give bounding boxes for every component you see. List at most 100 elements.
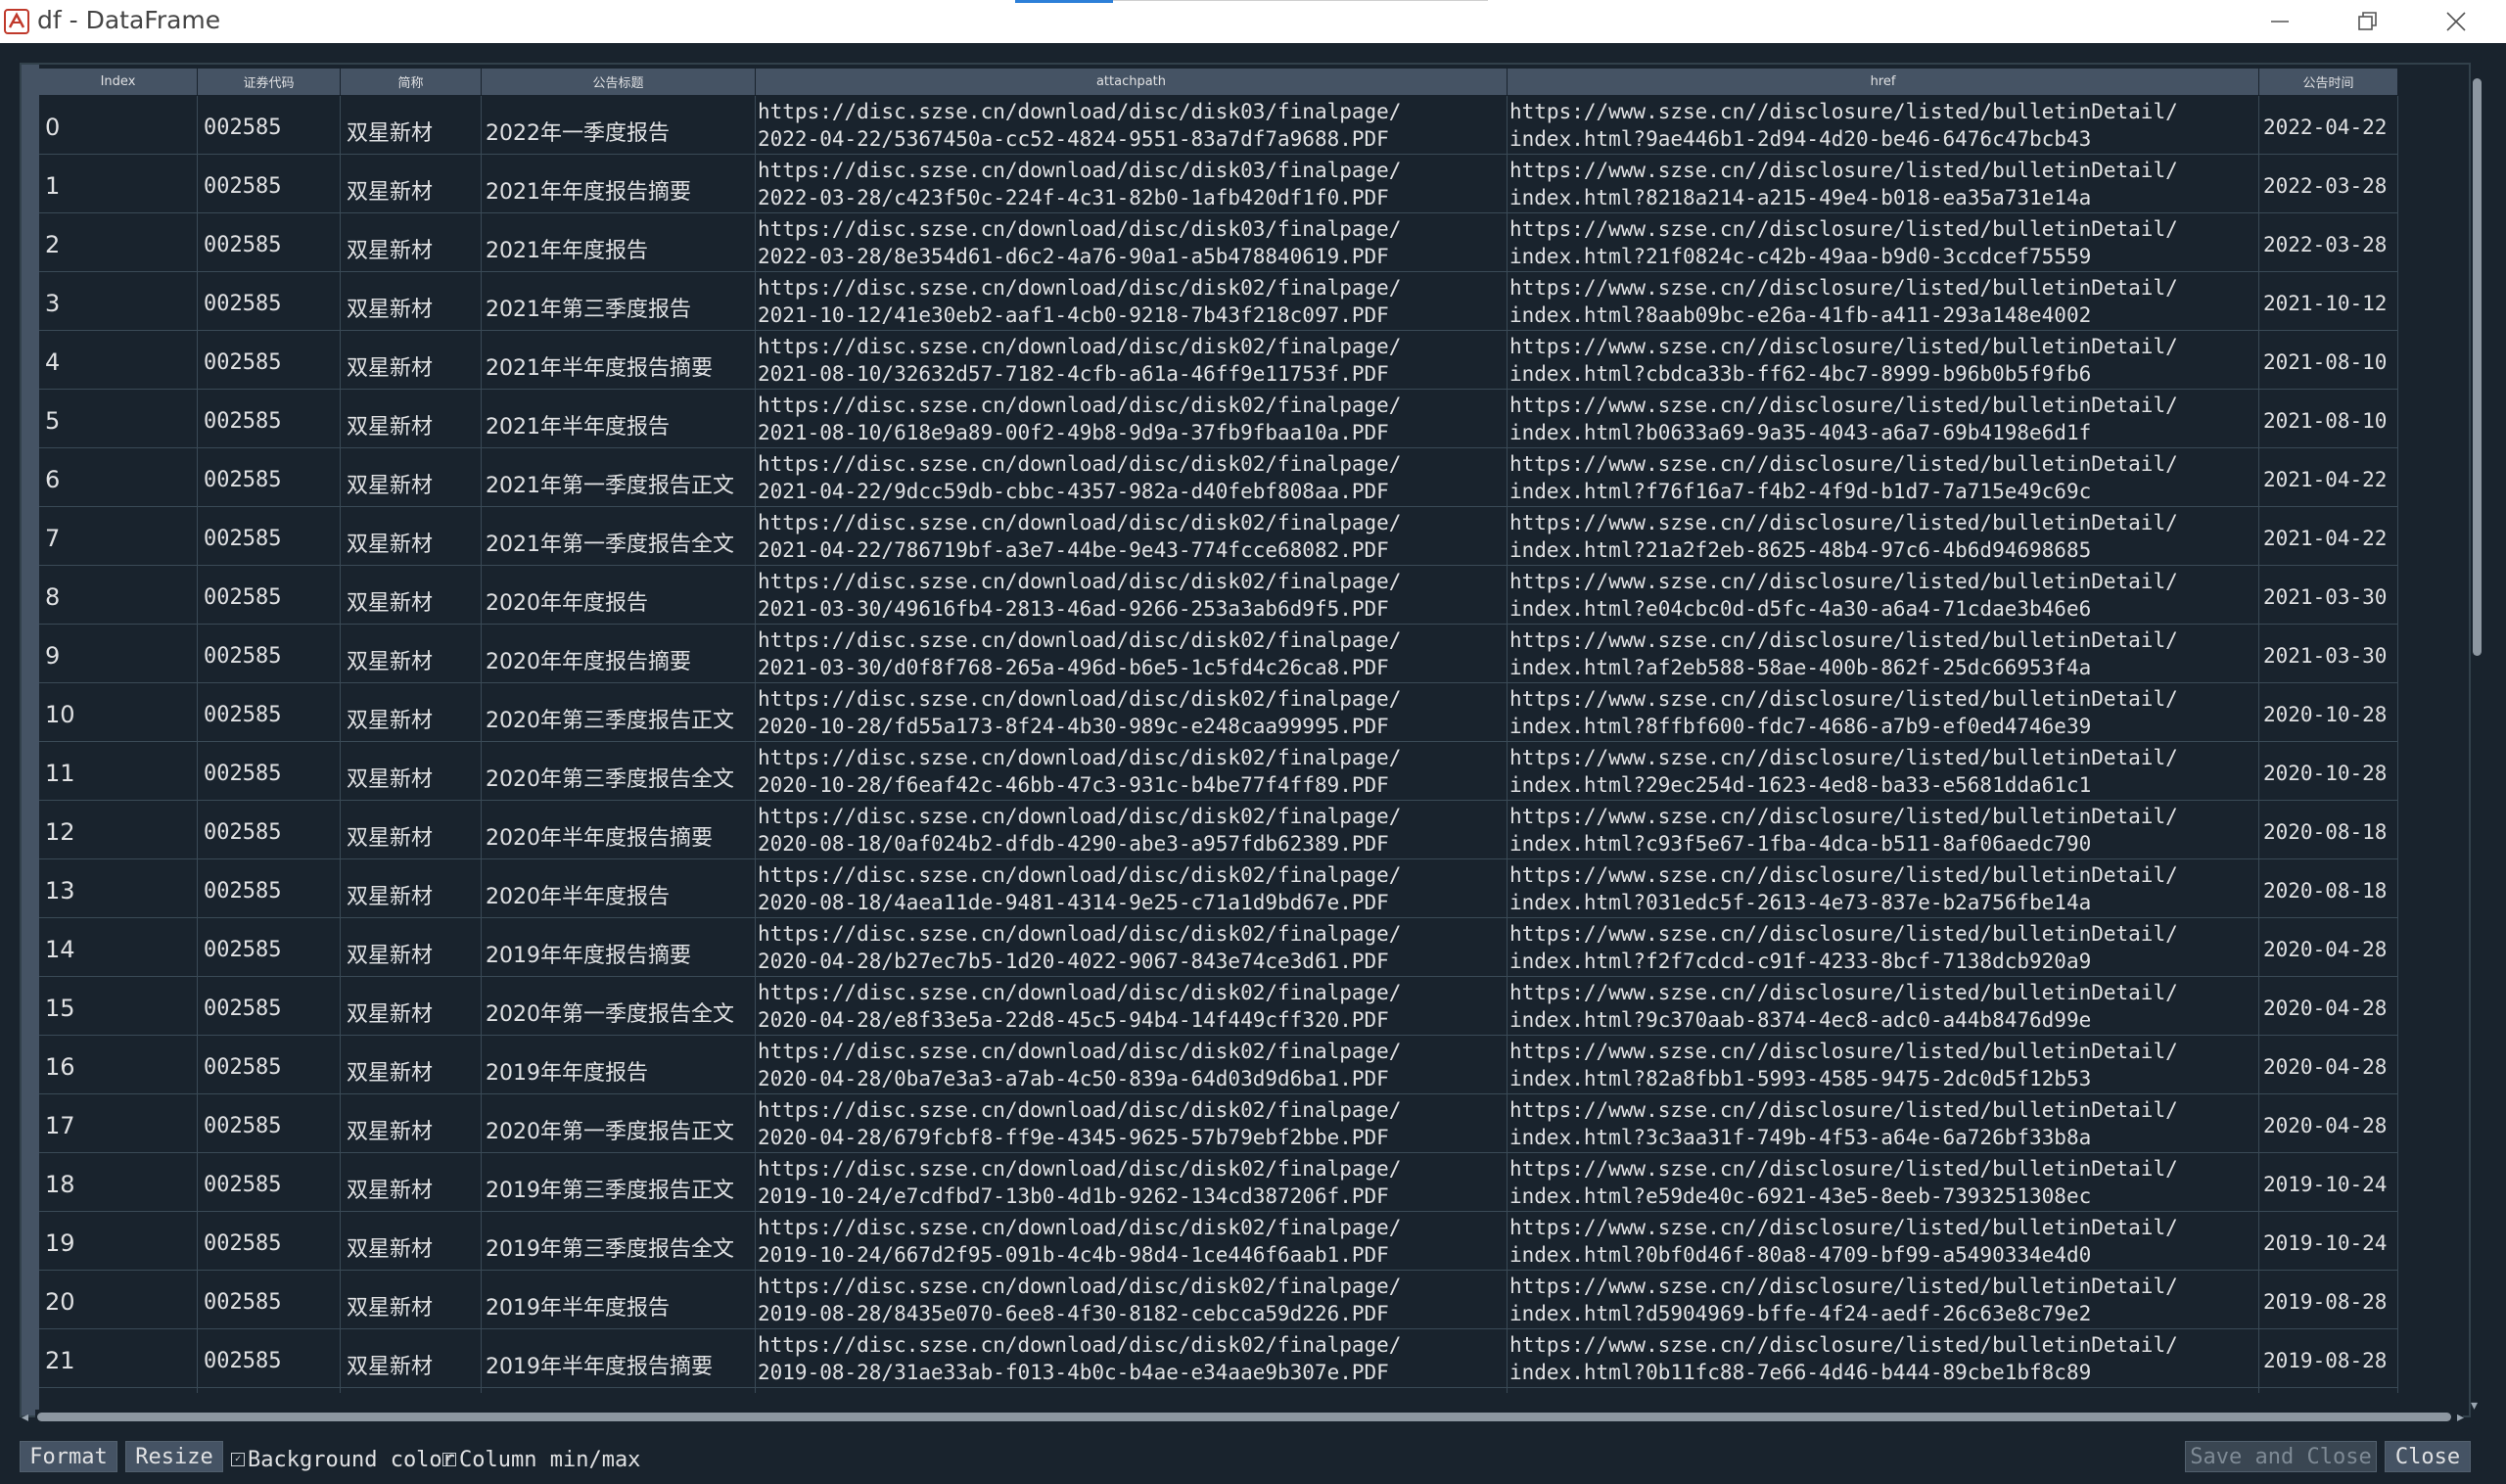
cell-title[interactable]: 2022年一季度报告 [482, 96, 756, 155]
cell-href[interactable]: https://www.szse.cn//disclosure/listed/b… [1508, 742, 2259, 801]
cell-name[interactable]: 双星新材 [341, 272, 482, 331]
cell-attachpath[interactable]: https://disc.szse.cn/download/disc/disk0… [756, 1094, 1508, 1153]
cell-href[interactable]: https://www.szse.cn//disclosure/listed/b… [1508, 155, 2259, 213]
cell-date[interactable]: 2022-03-28 [2259, 155, 2398, 213]
cell-date[interactable]: 2021-03-30 [2259, 566, 2398, 625]
cell-href[interactable]: https://www.szse.cn//disclosure/listed/b… [1508, 331, 2259, 390]
cell-date[interactable]: 2022-04-22 [2259, 96, 2398, 155]
cell-title[interactable]: 2020年第一季度报告正文 [482, 1094, 756, 1153]
cell-attachpath[interactable]: https://disc.szse.cn/download/disc/disk0… [756, 213, 1508, 272]
cell-attachpath[interactable]: https://disc.szse.cn/download/disc/disk0… [756, 507, 1508, 566]
cell-index[interactable] [39, 1388, 198, 1393]
table-row[interactable]: 21 002585 双星新材 2019年半年度报告摘要 https://disc.szs… [39, 1329, 2398, 1388]
cell-title[interactable]: 2021年半年度报告 [482, 390, 756, 448]
cell-href[interactable]: https://www.szse.cn//disclosure/listed/b… [1508, 918, 2259, 977]
cell-title[interactable]: 2020年第三季度报告全文 [482, 742, 756, 801]
cell-title[interactable]: 2021年年度报告摘要 [482, 155, 756, 213]
column-header[interactable]: 公告标题 [482, 69, 756, 95]
scroll-down-arrow-icon[interactable]: ▾ [2471, 1398, 2478, 1414]
cell-name[interactable]: 双星新材 [341, 390, 482, 448]
cell-date[interactable]: 2020-04-28 [2259, 918, 2398, 977]
cell-href[interactable]: https://www.szse.cn//disclosure/listed/b… [1508, 683, 2259, 742]
column-header[interactable]: attachpath [756, 69, 1508, 95]
scroll-right-arrow-icon[interactable]: ▸ [2457, 1410, 2464, 1425]
cell-code[interactable]: 002585 [198, 155, 341, 213]
cell-name[interactable]: 双星新材 [341, 625, 482, 683]
table-row[interactable]: 17 002585 双星新材 2020年第一季度报告正文 https://disc.sz… [39, 1094, 2398, 1153]
cell-date[interactable]: 2020-10-28 [2259, 742, 2398, 801]
cell-date[interactable]: 2019-10-24 [2259, 1153, 2398, 1212]
cell-index[interactable]: 15 [39, 977, 198, 1036]
cell-href[interactable]: https://www.szse.cn//disclosure/listed/b… [1508, 1212, 2259, 1271]
cell-name[interactable] [341, 1388, 482, 1393]
cell-date[interactable]: 2021-04-22 [2259, 507, 2398, 566]
table-row[interactable]: 1 002585 双星新材 2021年年度报告摘要 https://disc.szse.… [39, 155, 2398, 213]
table-row[interactable]: 4 002585 双星新材 2021年半年度报告摘要 https://disc.szse… [39, 331, 2398, 390]
cell-index[interactable]: 12 [39, 801, 198, 859]
cell-date[interactable]: 2019-08-28 [2259, 1271, 2398, 1329]
cell-attachpath[interactable]: https://disc.szse.cn/download/disc/disk0… [756, 742, 1508, 801]
cell-index[interactable]: 4 [39, 331, 198, 390]
cell-code[interactable]: 002585 [198, 977, 341, 1036]
cell-href[interactable]: https://www.szse.cn//disclosure/listed/b… [1508, 859, 2259, 918]
cell-date[interactable]: 2021-04-22 [2259, 448, 2398, 507]
resize-button[interactable]: Resize [125, 1441, 223, 1472]
cell-name[interactable]: 双星新材 [341, 1094, 482, 1153]
cell-index[interactable]: 10 [39, 683, 198, 742]
table-row[interactable]: 5 002585 双星新材 2021年半年度报告 https://disc.szse.c… [39, 390, 2398, 448]
cell-attachpath[interactable]: https://disc.szse.cn/download/disc/disk0… [756, 801, 1508, 859]
cell-attachpath[interactable]: https://disc.szse.cn/download/disc/disk0… [756, 977, 1508, 1036]
cell-title[interactable]: 2020年年度报告 [482, 566, 756, 625]
cell-index[interactable]: 14 [39, 918, 198, 977]
cell-index[interactable]: 8 [39, 566, 198, 625]
save-and-close-button[interactable]: Save and Close [2185, 1441, 2377, 1472]
cell-name[interactable]: 双星新材 [341, 507, 482, 566]
cell-index[interactable]: 17 [39, 1094, 198, 1153]
table-row[interactable]: 10 002585 双星新材 2020年第三季度报告正文 https://disc.sz… [39, 683, 2398, 742]
cell-index[interactable]: 6 [39, 448, 198, 507]
cell-code[interactable]: 002585 [198, 1036, 341, 1094]
cell-index[interactable]: 18 [39, 1153, 198, 1212]
cell-index[interactable]: 0 [39, 96, 198, 155]
table-row[interactable]: 18 002585 双星新材 2019年第三季度报告正文 https://disc.sz… [39, 1153, 2398, 1212]
cell-href[interactable]: https://www.szse.cn//disclosure/listed/b… [1508, 96, 2259, 155]
cell-index[interactable]: 9 [39, 625, 198, 683]
cell-name[interactable]: 双星新材 [341, 683, 482, 742]
cell-date[interactable]: 2020-10-28 [2259, 683, 2398, 742]
cell-index[interactable]: 21 [39, 1329, 198, 1388]
table-row[interactable]: 12 002585 双星新材 2020年半年度报告摘要 https://disc.szs… [39, 801, 2398, 859]
cell-code[interactable]: 002585 [198, 1329, 341, 1388]
cell-href[interactable]: https://www.szse.cn//disclosure/listed/b… [1508, 1094, 2259, 1153]
cell-title[interactable]: 2021年年度报告 [482, 213, 756, 272]
cell-attachpath[interactable]: https://disc.szse.cn/download/disc/disk0… [756, 859, 1508, 918]
cell-name[interactable]: 双星新材 [341, 859, 482, 918]
table-row[interactable]: 8 002585 双星新材 2020年年度报告 https://disc.szse.cn… [39, 566, 2398, 625]
cell-code[interactable]: 002585 [198, 683, 341, 742]
cell-code[interactable]: 002585 [198, 1271, 341, 1329]
cell-attachpath[interactable]: https://disc.szse.cn/download/disc/disk0… [756, 918, 1508, 977]
cell-index[interactable]: 1 [39, 155, 198, 213]
cell-name[interactable]: 双星新材 [341, 155, 482, 213]
cell-title[interactable]: 2019年年度报告摘要 [482, 918, 756, 977]
cell-date[interactable]: 2022-03-28 [2259, 213, 2398, 272]
cell-href[interactable]: https://www.szse.cn//disclosure/listed/b… [1508, 272, 2259, 331]
cell-code[interactable]: 002585 [198, 1153, 341, 1212]
cell-index[interactable]: 20 [39, 1271, 198, 1329]
cell-date[interactable]: 2020-08-18 [2259, 801, 2398, 859]
cell-href[interactable]: https://www.szse.cn//disclosure/listed/b… [1508, 801, 2259, 859]
cell-code[interactable]: 002585 [198, 625, 341, 683]
close-window-button[interactable] [2412, 0, 2500, 43]
restore-button[interactable] [2324, 0, 2412, 43]
table-row[interactable]: 0 002585 双星新材 2022年一季度报告 https://disc.szse.c… [39, 96, 2398, 155]
cell-href[interactable]: https://www.szse.cn//disclosure/listed/b… [1508, 1329, 2259, 1388]
table-row[interactable]: 20 002585 双星新材 2019年半年度报告 https://disc.szse.… [39, 1271, 2398, 1329]
vertical-scrollbar-thumb[interactable] [2473, 78, 2482, 656]
cell-title[interactable]: 2019年半年度报告摘要 [482, 1329, 756, 1388]
table-row[interactable]: 2 002585 双星新材 2021年年度报告 https://disc.szse.cn… [39, 213, 2398, 272]
cell-href[interactable]: https://www.szse.cn//disclosure/listed/b… [1508, 566, 2259, 625]
cell-title[interactable]: 2021年第三季度报告 [482, 272, 756, 331]
cell-name[interactable]: 双星新材 [341, 1329, 482, 1388]
cell-code[interactable]: 002585 [198, 507, 341, 566]
cell-code[interactable]: 002585 [198, 1094, 341, 1153]
cell-index[interactable]: 19 [39, 1212, 198, 1271]
